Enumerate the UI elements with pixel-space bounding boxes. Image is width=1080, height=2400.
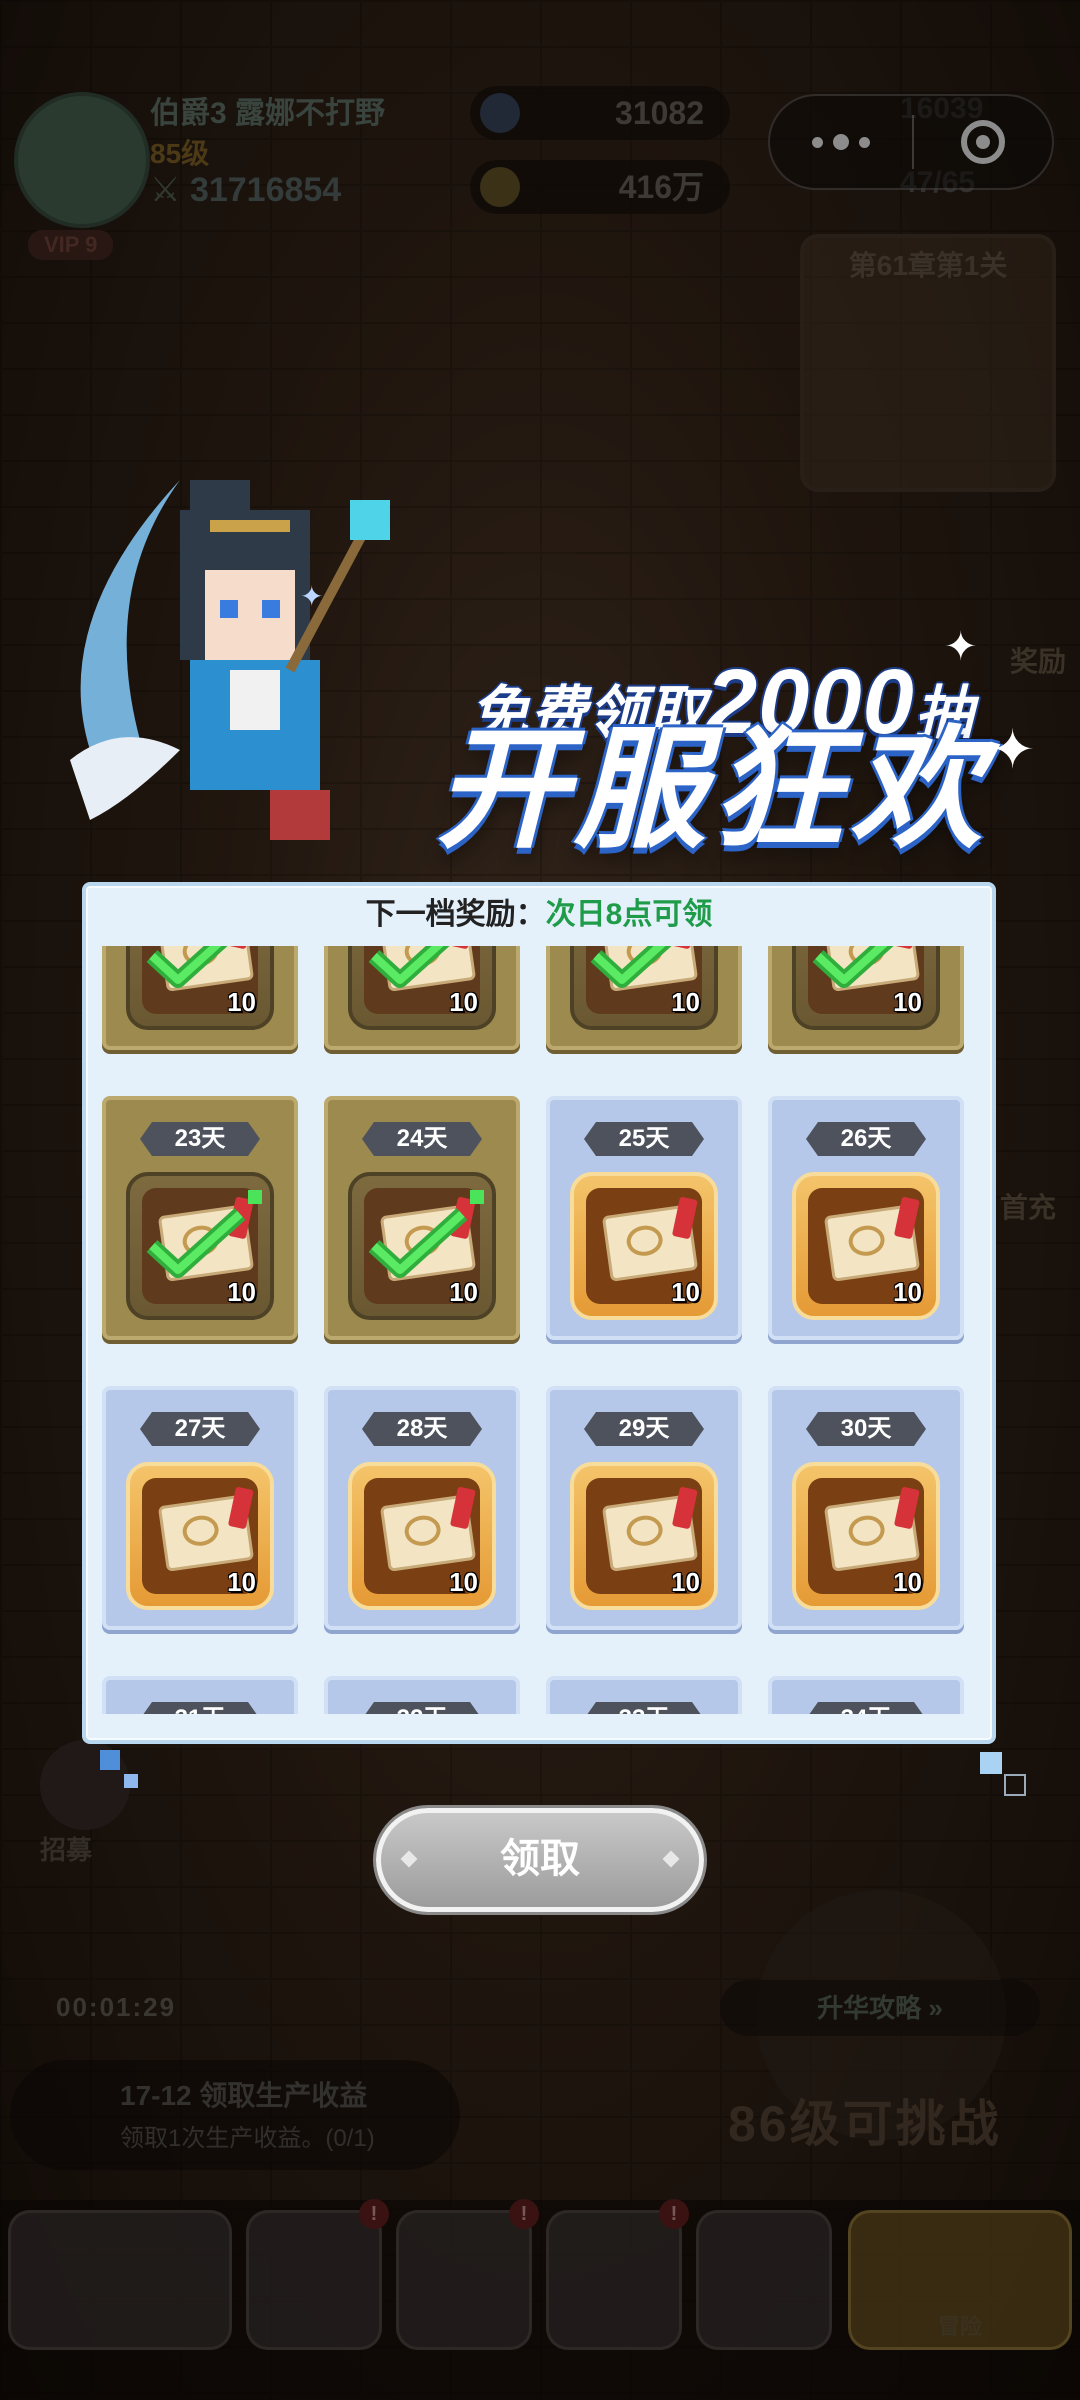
reward-day-card[interactable]: 27天 10 [102,1386,298,1630]
reward-quantity: 10 [227,987,256,1017]
diamond-ornament-icon [662,1850,680,1868]
reward-item-slot[interactable]: 10 [792,1462,940,1610]
reward-quantity: 10 [893,1277,922,1307]
check-sparkle [248,1190,262,1204]
day-label: 27天 [140,1412,260,1446]
claim-button-label: 领取 [500,1837,580,1881]
day-label: 25天 [584,1122,704,1156]
ticket-swirl [624,1513,665,1549]
ticket-swirl [846,1223,887,1259]
hero-character-art [70,480,390,840]
login-reward-panel: 下一档奖励：次日8点可领 10 10 10 10 23天 10 24天 10 25天 10 26天 1… [82,882,996,1744]
reward-day-card[interactable]: 30天 10 [768,1386,964,1630]
check-sparkle [470,1190,484,1204]
reward-quantity: 10 [227,1567,256,1597]
day-label: 33天 [584,1702,704,1714]
claim-button[interactable]: 领取 [376,1808,704,1912]
reward-grid-scroll[interactable]: 10 10 10 10 23天 10 24天 10 25天 10 26天 10 27天 10 28天 10 29… [102,946,976,1714]
reward-day-card[interactable]: 29天 10 [546,1386,742,1630]
reward-item-slot[interactable]: 10 [348,946,496,1030]
reward-quantity: 10 [449,1277,478,1307]
pixel-decoration [980,1752,1002,1774]
reward-day-card[interactable]: 31天10 [102,1676,298,1714]
reward-day-card[interactable]: 24天 10 [324,1096,520,1340]
ticket-swirl [846,1513,887,1549]
reward-item-slot[interactable]: 10 [348,1172,496,1320]
reward-quantity: 10 [671,987,700,1017]
reward-item-slot[interactable]: 10 [792,946,940,1030]
summon-ticket-icon [823,1494,921,1572]
next-reward-label: 下一档奖励： [365,898,546,931]
summon-ticket-icon [823,1204,921,1282]
reward-item-slot[interactable]: 10 [126,1462,274,1610]
ticket-swirl [624,1223,665,1259]
sparkle-icon: ✦ [300,581,324,612]
reward-day-card[interactable]: 26天 10 [768,1096,964,1340]
checkmark-icon [590,946,672,988]
ticket-swirl [180,1513,221,1549]
summon-ticket-icon [601,1494,699,1572]
banner-title: 开服狂欢 [436,716,988,863]
reward-day-card[interactable]: 33天10 [546,1676,742,1714]
checkmark-icon [146,946,228,988]
next-reward-value: 次日8点可领 [545,898,713,931]
reward-day-card[interactable]: 10 [324,946,520,1050]
checkmark-icon [146,1208,246,1278]
summon-ticket-icon [601,1204,699,1282]
day-label: 23天 [140,1122,260,1156]
reward-item-slot[interactable]: 10 [792,1172,940,1320]
pixel-decoration [100,1750,120,1770]
reward-day-card[interactable]: 23天 10 [102,1096,298,1340]
day-label: 26天 [806,1122,926,1156]
day-label: 32天 [362,1702,482,1714]
day-label: 24天 [362,1122,482,1156]
reward-item-slot[interactable]: 10 [570,1172,718,1320]
day-label: 29天 [584,1412,704,1446]
sparkle-icon: ✦ [990,720,1036,780]
next-reward-info: 下一档奖励：次日8点可领 [86,886,992,942]
reward-quantity: 10 [449,1567,478,1597]
checkmark-icon [368,1208,468,1278]
pixel-decoration [1004,1774,1026,1796]
day-label: 31天 [140,1702,260,1714]
reward-day-card[interactable]: 10 [102,946,298,1050]
pixel-decoration [124,1774,138,1788]
reward-item-slot[interactable]: 10 [570,946,718,1030]
reward-day-card[interactable]: 10 [546,946,742,1050]
reward-day-card[interactable]: 10 [768,946,964,1050]
reward-quantity: 10 [671,1567,700,1597]
reward-quantity: 10 [449,987,478,1017]
day-label: 34天 [806,1702,926,1714]
reward-item-slot[interactable]: 10 [126,1172,274,1320]
reward-quantity: 10 [227,1277,256,1307]
reward-grid: 10 10 10 10 23天 10 24天 10 25天 10 26天 10 27天 10 28天 10 29… [102,946,976,1714]
checkmark-icon [812,946,894,988]
checkmark-icon [368,946,450,988]
day-label: 28天 [362,1412,482,1446]
reward-item-slot[interactable]: 10 [126,946,274,1030]
summon-ticket-icon [157,1494,255,1572]
reward-day-card[interactable]: 32天10 [324,1676,520,1714]
reward-day-card[interactable]: 28天 10 [324,1386,520,1630]
reward-quantity: 10 [893,1567,922,1597]
reward-quantity: 10 [671,1277,700,1307]
reward-day-card[interactable]: 25天 10 [546,1096,742,1340]
day-label: 30天 [806,1412,926,1446]
reward-quantity: 10 [893,987,922,1017]
diamond-ornament-icon [400,1850,418,1868]
sparkle-icon: ✦ [944,625,978,669]
reward-item-slot[interactable]: 10 [348,1462,496,1610]
reward-item-slot[interactable]: 10 [570,1462,718,1610]
summon-ticket-icon [379,1494,477,1572]
ticket-swirl [402,1513,443,1549]
reward-day-card[interactable]: 34天10 [768,1676,964,1714]
